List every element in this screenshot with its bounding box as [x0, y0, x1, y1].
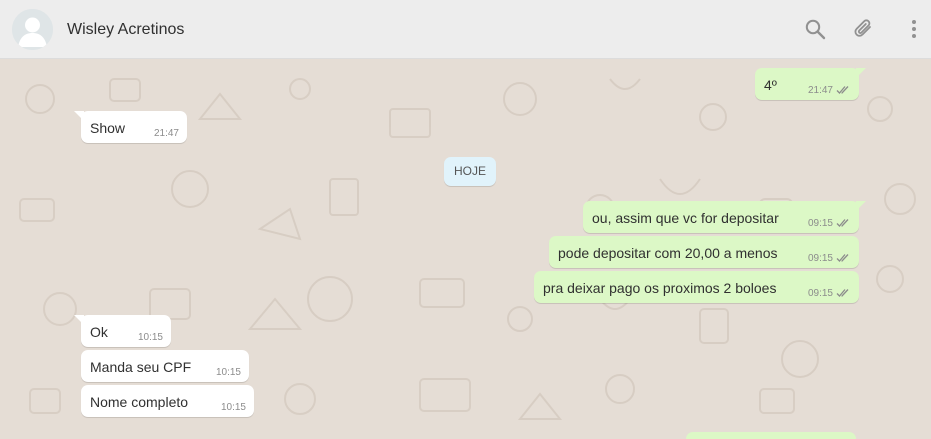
read-ticks-icon [836, 289, 849, 297]
message-outgoing[interactable]: pra deixar pago os proximos 2 boloes 09:… [534, 271, 859, 303]
message-outgoing[interactable]: 4º 21:47 [755, 68, 866, 100]
contact-name[interactable]: Wisley Acretinos [67, 21, 184, 39]
message-incoming[interactable]: Nome completo 10:15 [81, 385, 254, 417]
bubble-tail [856, 201, 866, 211]
message-text: Manda seu CPF [90, 359, 192, 375]
chat-header: Wisley Acretinos [0, 0, 931, 59]
message-time: 10:15 [215, 367, 241, 378]
menu-dots-icon[interactable] [903, 18, 925, 40]
message-text: Show [90, 120, 126, 136]
read-ticks-icon [836, 219, 849, 227]
message-time: 21:47 [153, 128, 179, 139]
message-outgoing-partial[interactable] [686, 432, 856, 439]
message-incoming[interactable]: Show 21:47 [74, 111, 187, 143]
day-separator: HOJE [444, 157, 496, 186]
search-icon[interactable] [804, 18, 826, 40]
message-text: 4º [764, 77, 777, 93]
message-incoming[interactable]: Manda seu CPF 10:15 [81, 350, 249, 382]
message-time: 09:15 [807, 288, 833, 299]
message-text: ou, assim que vc for depositar [592, 210, 779, 226]
bubble-tail [74, 111, 84, 121]
bubble-tail [856, 68, 866, 78]
message-text: pra deixar pago os proximos 2 boloes [543, 280, 777, 296]
message-outgoing[interactable]: pode depositar com 20,00 a menos 09:15 [549, 236, 859, 268]
message-text: Nome completo [90, 394, 189, 410]
message-text: Ok [90, 324, 108, 340]
message-outgoing[interactable]: ou, assim que vc for depositar 09:15 [583, 201, 866, 233]
message-incoming[interactable]: Ok 10:15 [74, 315, 171, 347]
read-ticks-icon [836, 86, 849, 94]
paperclip-icon[interactable] [853, 18, 875, 40]
contact-avatar[interactable] [12, 9, 53, 50]
message-time: 09:15 [807, 218, 833, 229]
message-text: pode depositar com 20,00 a menos [558, 245, 778, 261]
message-time: 09:15 [807, 253, 833, 264]
message-time: 10:15 [137, 332, 163, 343]
bubble-tail [74, 315, 84, 325]
read-ticks-icon [836, 254, 849, 262]
message-time: 10:15 [220, 402, 246, 413]
message-time: 21:47 [807, 85, 833, 96]
message-list[interactable]: HOJE 4º 21:47 Show 21:47 ou, assim que v… [0, 59, 931, 439]
